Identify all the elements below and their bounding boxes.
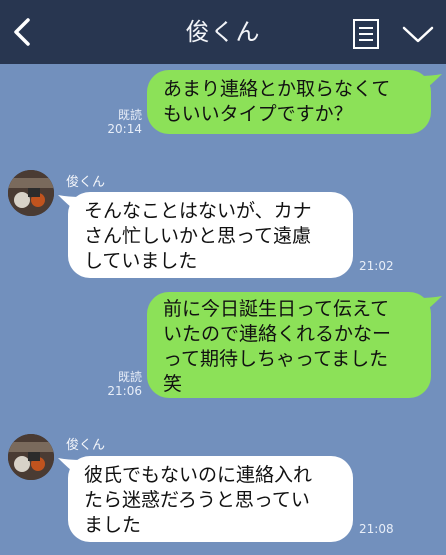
- read-receipt: 既読: [117, 108, 142, 122]
- message-time: 21:08: [359, 522, 394, 536]
- message-text: 前に今日誕生日って伝えて いたので連絡くれるかなー って期待しちゃってました 笑: [163, 298, 392, 395]
- message-time: 21:06: [107, 384, 142, 398]
- message-text: あまり連絡とか取らなくて もいいタイプですか？: [163, 78, 391, 125]
- message-bubble-outgoing[interactable]: 前に今日誕生日って伝えて いたので連絡くれるかなー って期待しちゃってました 笑: [147, 292, 431, 398]
- message-bubble-incoming[interactable]: そんなことはないが、カナ さん忙しいかと思って遠慮 していました: [68, 192, 353, 278]
- sender-name: 俊くん: [66, 438, 106, 453]
- message-text: 彼氏でもないのに連絡入れ たら迷惑だろうと思ってい ました: [84, 464, 313, 536]
- sender-name: 俊くん: [66, 175, 106, 190]
- message-time: 21:02: [359, 259, 394, 273]
- chevron-down-icon: [402, 26, 434, 43]
- avatar[interactable]: [8, 170, 54, 216]
- note-list-icon: [353, 19, 379, 49]
- read-receipt: 既読: [117, 370, 142, 384]
- message-text: そんなことはないが、カナ さん忙しいかと思って遠慮 していました: [84, 200, 312, 272]
- avatar-image: [8, 434, 54, 480]
- expand-menu-button[interactable]: [401, 24, 435, 46]
- message-bubble-outgoing[interactable]: あまり連絡とか取らなくて もいいタイプですか？: [147, 70, 431, 134]
- chat-header: 俊くん: [0, 0, 446, 64]
- message-bubble-incoming[interactable]: 彼氏でもないのに連絡入れ たら迷惑だろうと思ってい ました: [68, 456, 353, 542]
- notes-button[interactable]: [352, 18, 380, 50]
- avatar[interactable]: [8, 434, 54, 480]
- avatar-image: [8, 170, 54, 216]
- message-time: 20:14: [107, 122, 142, 136]
